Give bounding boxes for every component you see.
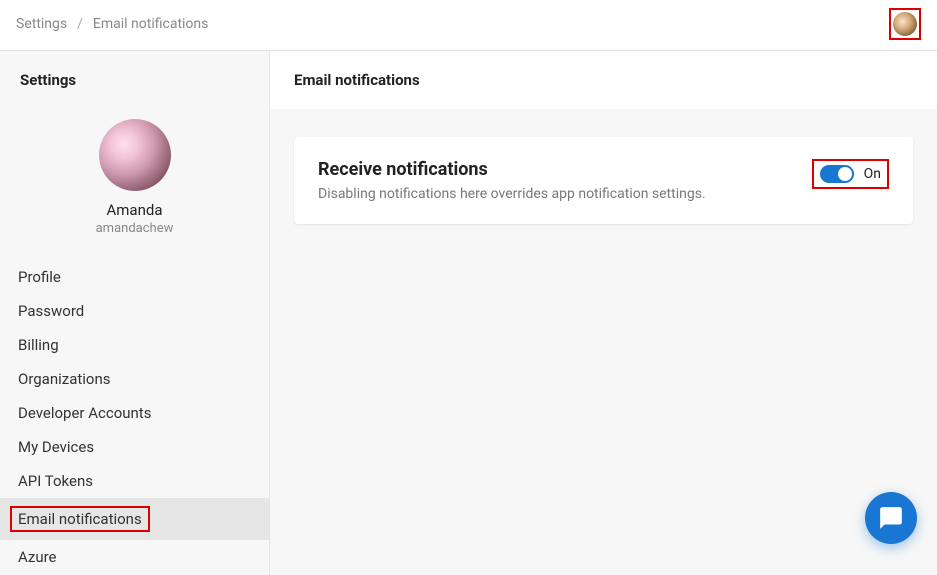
sidebar-item-password[interactable]: Password [0,294,269,328]
top-avatar-highlight [889,8,921,40]
sidebar-item-azure[interactable]: Azure [0,540,269,574]
sidebar-item-api-tokens[interactable]: API Tokens [0,464,269,498]
profile-name: Amanda [106,201,162,219]
sidebar-item-my-devices[interactable]: My Devices [0,430,269,464]
sidebar-item-label: My Devices [18,438,94,456]
receive-notifications-card: Receive notifications Disabling notifica… [294,137,913,224]
sidebar-item-label: Organizations [18,370,111,388]
content: Email notifications Receive notification… [270,51,937,575]
card-description: Disabling notifications here overrides a… [318,186,812,202]
main-area: Settings Amanda amandachew Profile Passw… [0,51,937,575]
sidebar-item-profile[interactable]: Profile [0,260,269,294]
sidebar-nav: Profile Password Billing Organizations D… [0,260,269,574]
user-avatar-icon[interactable] [893,12,917,36]
profile-avatar-icon[interactable] [99,119,171,191]
card-text: Receive notifications Disabling notifica… [318,159,812,202]
sidebar: Settings Amanda amandachew Profile Passw… [0,51,270,575]
breadcrumb-separator: / [77,16,83,32]
sidebar-item-label: Azure [18,548,56,566]
sidebar-item-billing[interactable]: Billing [0,328,269,362]
sidebar-item-organizations[interactable]: Organizations [0,362,269,396]
toggle-state-label: On [864,166,881,182]
page-title: Email notifications [270,51,937,109]
sidebar-title: Settings [0,51,269,89]
chat-icon [878,505,904,531]
sidebar-item-developer-accounts[interactable]: Developer Accounts [0,396,269,430]
top-bar: Settings / Email notifications [0,0,937,51]
profile-username: amandachew [96,221,174,236]
card-title: Receive notifications [318,159,812,180]
sidebar-item-label: Password [18,302,84,320]
sidebar-item-email-notifications[interactable]: Email notifications [0,498,269,540]
sidebar-item-label: Billing [18,336,59,354]
sidebar-item-label: Developer Accounts [18,404,151,422]
content-body: Receive notifications Disabling notifica… [270,109,937,252]
sidebar-item-label: API Tokens [18,472,93,490]
receive-notifications-toggle[interactable] [820,165,854,183]
toggle-knob-icon [838,167,852,181]
chat-button[interactable] [865,492,917,544]
toggle-highlight: On [812,159,889,189]
breadcrumb-current: Email notifications [93,16,208,32]
breadcrumb: Settings / Email notifications [16,16,208,32]
sidebar-item-label: Email notifications [10,506,150,532]
sidebar-item-label: Profile [18,268,61,286]
sidebar-profile: Amanda amandachew [0,89,269,260]
breadcrumb-parent-link[interactable]: Settings [16,16,67,32]
